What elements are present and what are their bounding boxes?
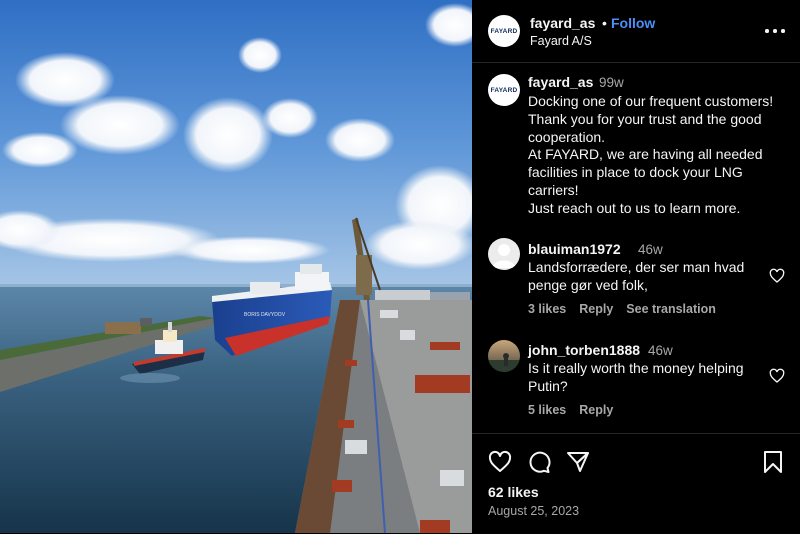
avatar-logo: FAYARD [490, 27, 518, 35]
commenter-avatar[interactable] [488, 340, 520, 372]
comment-time[interactable]: 46w [638, 242, 663, 257]
profile-avatar[interactable]: FAYARD [488, 15, 520, 47]
bookmark-icon[interactable] [761, 450, 785, 474]
comment-reply-button[interactable]: Reply [579, 403, 613, 417]
header-subtitle[interactable]: Fayard A/S [530, 34, 592, 48]
comment-time[interactable]: 46w [648, 343, 673, 358]
default-avatar-icon [492, 244, 516, 268]
caption-avatar[interactable]: FAYARD [488, 74, 520, 106]
comment-text: Is it really worth the money helping Put… [528, 360, 764, 396]
commenter-avatar[interactable] [488, 238, 520, 270]
comment-icon[interactable] [527, 450, 551, 474]
post-side-panel: FAYARD fayard_as • Follow Fayard A/S FAY… [472, 0, 800, 533]
comment-likes[interactable]: 5 likes [528, 403, 566, 417]
caption-time[interactable]: 99w [599, 75, 624, 90]
caption-line: facilities in place to dock your LNG [528, 164, 743, 181]
see-translation-button[interactable]: See translation [626, 302, 716, 316]
post-actions: 62 likes August 25, 2023 [472, 433, 800, 534]
header-separator: • [602, 15, 607, 31]
comment-meta: 3 likes Reply See translation [528, 302, 716, 316]
more-icon[interactable] [765, 22, 785, 38]
user-photo-avatar [488, 340, 520, 372]
header-username[interactable]: fayard_as [530, 15, 595, 31]
comment-username[interactable]: john_torben1888 [528, 342, 640, 358]
caption-text: Docking one of our frequent customers! T… [528, 93, 790, 218]
caption-line: cooperation. [528, 128, 606, 145]
caption-line: Just reach out to us to learn more. [528, 199, 741, 216]
caption-line: Docking one of our frequent customers! [528, 93, 774, 109]
comment-username[interactable]: blauiman1972 [528, 241, 621, 257]
share-icon[interactable] [566, 450, 590, 474]
post-header: FAYARD fayard_as • Follow Fayard A/S [472, 0, 800, 63]
caption-line: At FAYARD, we are having all needed [528, 146, 763, 163]
instagram-post-view: BORIS DAVYDOV FAYARD fayard_as • Follow … [0, 0, 800, 533]
ship-name: BORIS DAVYDOV [244, 312, 286, 318]
comment-line: Is it really worth the money helping [528, 360, 744, 376]
post-date[interactable]: August 25, 2023 [488, 504, 579, 518]
comment-text: Landsforrædere, der ser man hvad penge g… [528, 259, 764, 295]
dry-dock-photo: BORIS DAVYDOV [0, 0, 472, 533]
comment-line: Landsforrædere, der ser man hvad [528, 259, 745, 275]
avatar-logo: FAYARD [490, 86, 518, 94]
comment-reply-button[interactable]: Reply [579, 302, 613, 316]
post-photo[interactable]: BORIS DAVYDOV [0, 0, 472, 533]
comment-meta: 5 likes Reply [528, 403, 613, 417]
likes-count[interactable]: 62 likes [488, 484, 539, 500]
comment-heart-icon[interactable] [769, 368, 785, 384]
caption-line: carriers! [528, 181, 579, 198]
caption-line: Thank you for your trust and the good [528, 110, 762, 127]
follow-button[interactable]: Follow [611, 15, 655, 31]
heart-icon[interactable] [488, 450, 512, 474]
comment-likes[interactable]: 3 likes [528, 302, 566, 316]
comment-line: Putin? [528, 377, 568, 394]
caption-username[interactable]: fayard_as [528, 74, 593, 90]
comment-heart-icon[interactable] [769, 268, 785, 284]
comment-line: penge gør ved folk, [528, 276, 648, 293]
